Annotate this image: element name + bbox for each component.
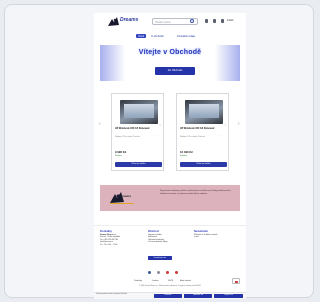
promo-text: Repasované notebooky, počítače a přísluš… <box>160 190 231 195</box>
footer-link-terms[interactable]: Podmínky <box>134 280 142 282</box>
product-title[interactable]: HP Elitebook 840 G5 Renewed <box>115 127 162 130</box>
instagram-icon[interactable] <box>157 271 160 274</box>
product-price: 12 490 Kč <box>180 150 193 154</box>
youtube-icon[interactable] <box>166 271 169 274</box>
nav-item-home[interactable]: Úvod <box>136 34 147 39</box>
footer-heading: Obchod <box>148 229 159 233</box>
nav-item-about[interactable]: O obchodě <box>151 35 164 38</box>
hero-title: Vítejte v Obchodě <box>138 49 202 56</box>
product-price: 9 990 Kč <box>115 150 127 154</box>
carousel-prev-icon[interactable]: ‹ <box>99 121 101 127</box>
nav-item-contact[interactable]: Kontaktní údaje <box>177 35 195 38</box>
cookie-text: Tento web používá cookies ke zlepšení fu… <box>96 294 128 295</box>
copyright-text: © 2024 Dreams Shop s.r.o. Všechna práva … <box>139 286 201 287</box>
footer-shop: Obchod Doprava a platba Reklamace Obchod… <box>148 229 188 244</box>
footer-heading: Newsletter <box>194 229 209 233</box>
footer-heading: Kontakty <box>100 229 112 233</box>
logo-text: Dreams <box>120 17 139 23</box>
footer-line: a akcí. <box>194 236 200 238</box>
cookie-bar: Tento web používá cookies ke zlepšení fu… <box>94 292 246 299</box>
main-nav: Úvod O obchodě Kontaktní údaje <box>94 33 246 41</box>
cart-icon[interactable] <box>221 19 224 23</box>
product-description: Intel Core i7, 16 GB RAM, 512 GB SSD, 14… <box>180 135 223 138</box>
cart-label[interactable]: Košík <box>227 19 234 22</box>
facebook-icon[interactable] <box>148 271 151 274</box>
heart-icon[interactable] <box>213 19 216 23</box>
footer-contacts: Kontakty Dreams Shop s.r.o. Praha 4, Čes… <box>100 229 140 246</box>
product-image[interactable] <box>120 100 158 124</box>
product-card[interactable]: ♡ HP Elitebook 840 G6 Renewed Intel Core… <box>176 93 229 171</box>
footer-link-sitemap[interactable]: Mapa stránek <box>180 280 191 282</box>
cookie-reject-button[interactable]: Odmítnout vše <box>184 294 212 299</box>
web-page: Dreams Hledat produkt Košík Úvod O obcho… <box>94 13 246 299</box>
pinterest-icon[interactable] <box>175 271 178 274</box>
product-title[interactable]: HP Elitebook 840 G6 Renewed <box>180 127 227 130</box>
footer-newsletter: Newsletter Přihlaste se k odběru novinek… <box>194 229 234 239</box>
browser-frame: Dreams Hledat produkt Košík Úvod O obcho… <box>4 4 314 299</box>
user-icon[interactable] <box>205 19 208 23</box>
add-to-cart-button[interactable]: Přidat do košíku <box>180 162 227 167</box>
cookie-accept-button[interactable]: Přijmout vše <box>214 294 243 299</box>
footer-link[interactable]: Ochrana osobních údajů <box>148 241 188 244</box>
site-footer: Kontakty Dreams Shop s.r.o. Praha 4, Čes… <box>94 225 246 299</box>
product-image[interactable] <box>185 100 223 124</box>
site-header: Dreams Hledat produkt Košík <box>94 13 246 33</box>
footer-link-cookies[interactable]: Cookies <box>152 280 159 282</box>
chat-icon[interactable] <box>232 278 240 284</box>
carousel-next-icon[interactable]: › <box>238 121 240 127</box>
promo-logo-text: Dreams <box>120 194 132 198</box>
product-description: Intel Core i5, 8 GB RAM, 256 GB SSD, 14"… <box>115 135 157 138</box>
footer-line: Po – Pá: 9:00 – 17:00 <box>100 243 118 246</box>
search-icon[interactable] <box>190 19 194 23</box>
hero-banner: Vítejte v Obchodě Do Obchodu <box>100 45 240 81</box>
footer-link-gdpr[interactable]: GDPR <box>168 280 173 282</box>
stock-status: Skladem <box>180 155 187 157</box>
stock-status: Skladem <box>115 155 122 157</box>
cookie-settings-button[interactable]: Nastavení <box>154 294 182 299</box>
product-card[interactable]: ♡ HP Elitebook 840 G5 Renewed Intel Core… <box>111 93 164 171</box>
contact-us-button[interactable]: Kontaktujte nás <box>148 256 172 260</box>
promo-banner: Dreams Repasované notebooky, počítače a … <box>100 185 240 211</box>
shop-now-button[interactable]: Do Obchodu <box>155 67 195 75</box>
add-to-cart-button[interactable]: Přidat do košíku <box>115 162 162 167</box>
